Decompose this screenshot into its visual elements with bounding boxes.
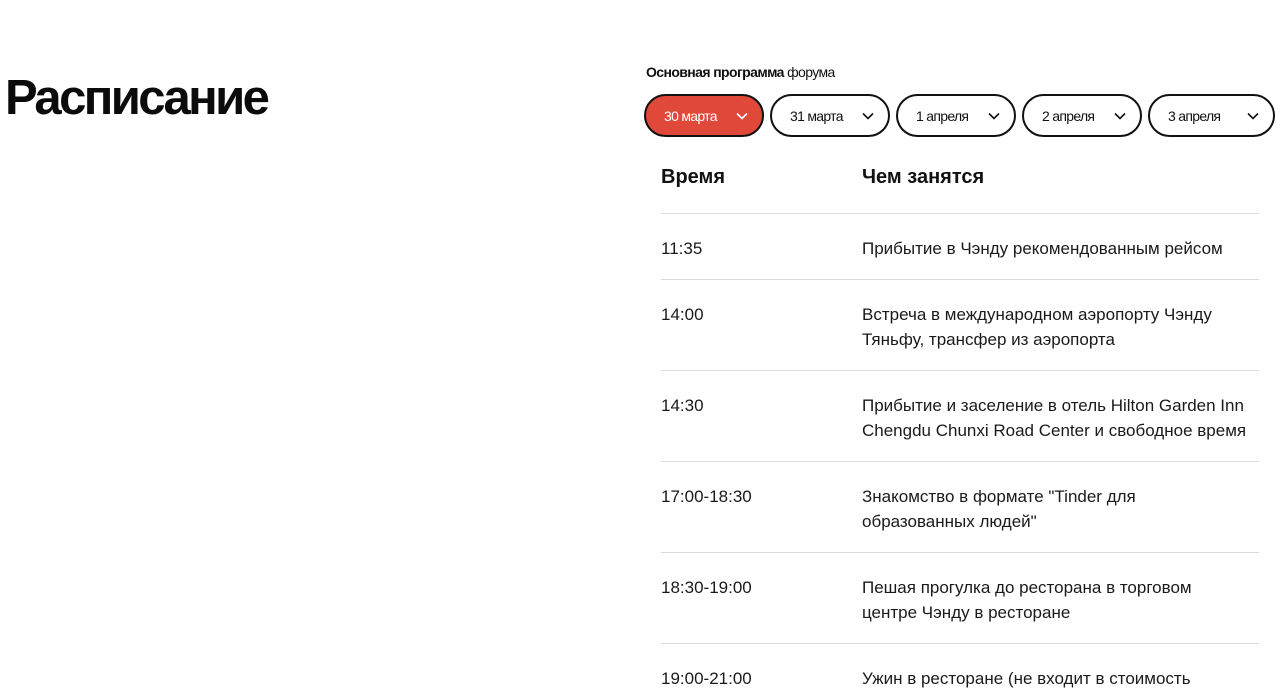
chevron-down-icon bbox=[988, 112, 1000, 120]
row-activity: Пешая прогулка до ресторана в торговом ц… bbox=[862, 578, 1192, 622]
day-tab-label: 30 марта bbox=[664, 107, 717, 124]
column-header-activity: Чем занятся bbox=[862, 166, 985, 188]
day-tab-label: 3 апреля bbox=[1168, 107, 1221, 124]
column-header-time: Время bbox=[661, 166, 725, 188]
day-tab-2-april[interactable]: 2 апреля bbox=[1022, 94, 1142, 137]
table-row: 17:00-18:30 Знакомство в формате "Tinder… bbox=[661, 462, 1259, 553]
page-title: Расписание bbox=[5, 71, 270, 125]
day-tab-label: 2 апреля bbox=[1042, 107, 1095, 124]
row-time: 19:00-21:00 bbox=[661, 669, 752, 688]
schedule-table: Время Чем занятся 11:35 Прибытие в Чэнду… bbox=[661, 154, 1259, 692]
table-row: 14:00 Встреча в международном аэропорту … bbox=[661, 280, 1259, 371]
program-label: Основная программа форума bbox=[646, 63, 835, 81]
row-time: 17:00-18:30 bbox=[661, 487, 752, 506]
table-row: 11:35 Прибытие в Чэнду рекомендованным р… bbox=[661, 214, 1259, 280]
table-row: 14:30 Прибытие и заселение в отель Hilto… bbox=[661, 371, 1259, 462]
day-tab-label: 31 марта bbox=[790, 107, 843, 124]
day-tab-label: 1 апреля bbox=[916, 107, 969, 124]
table-row: 19:00-21:00 Ужин в ресторане (не входит … bbox=[661, 644, 1259, 692]
day-tab-31-march[interactable]: 31 марта bbox=[770, 94, 890, 137]
row-time: 11:35 bbox=[661, 239, 703, 258]
day-tab-30-march[interactable]: 30 марта bbox=[644, 94, 764, 137]
table-header: Время Чем занятся bbox=[661, 154, 1259, 214]
chevron-down-icon bbox=[1114, 112, 1126, 120]
row-time: 14:00 bbox=[661, 305, 704, 324]
row-activity: Прибытие в Чэнду рекомендованным рейсом bbox=[862, 239, 1223, 258]
schedule-page: Расписание Основная программа форума 30 … bbox=[0, 0, 1280, 692]
program-label-rest: форума bbox=[783, 64, 835, 80]
chevron-down-icon bbox=[1247, 112, 1259, 120]
row-activity: Ужин в ресторане (не входит в стоимость bbox=[862, 669, 1191, 688]
table-row: 18:30-19:00 Пешая прогулка до ресторана … bbox=[661, 553, 1259, 644]
chevron-down-icon bbox=[862, 112, 874, 120]
day-tab-1-april[interactable]: 1 апреля bbox=[896, 94, 1016, 137]
program-label-bold: Основная программа bbox=[646, 64, 784, 80]
row-activity: Знакомство в формате "Tinder для образов… bbox=[862, 487, 1136, 531]
day-tabs: 30 марта 31 марта 1 апреля 2 апреля 3 ап… bbox=[644, 94, 1275, 137]
row-activity: Встреча в международном аэропорту Чэнду … bbox=[862, 305, 1212, 349]
chevron-down-icon bbox=[736, 112, 748, 120]
row-time: 18:30-19:00 bbox=[661, 578, 752, 597]
day-tab-3-april[interactable]: 3 апреля bbox=[1148, 94, 1275, 137]
row-time: 14:30 bbox=[661, 396, 704, 415]
row-activity: Прибытие и заселение в отель Hilton Gard… bbox=[862, 396, 1247, 440]
